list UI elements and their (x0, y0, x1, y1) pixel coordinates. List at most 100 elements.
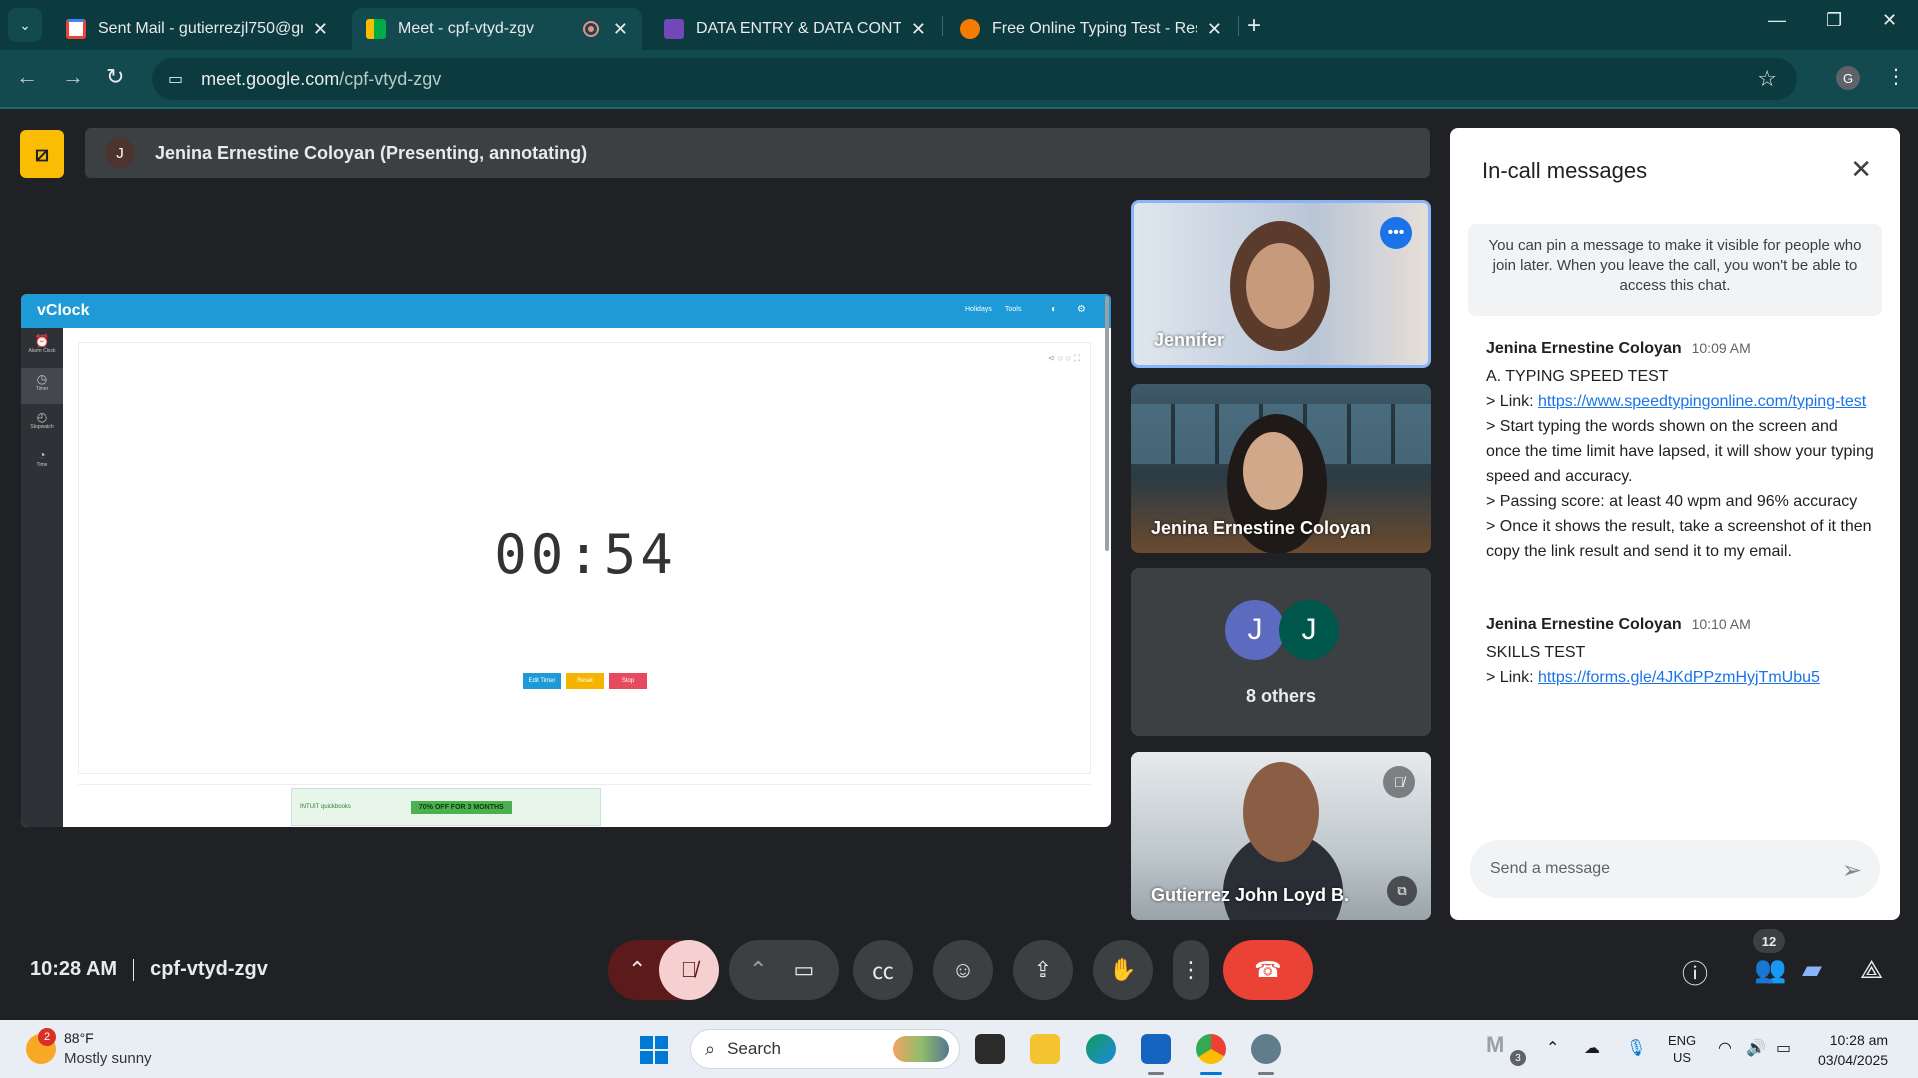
participant-tile-jenina[interactable]: Jenina Ernestine Coloyan (1131, 384, 1431, 553)
stop-button[interactable]: Stop (609, 673, 647, 689)
meeting-details-icon[interactable]: ⓘ (1682, 954, 1708, 991)
picture-in-picture-icon[interactable]: ⧉ (1387, 876, 1417, 906)
captions-button[interactable]: ㏄ (853, 940, 913, 1000)
notes-app-icon[interactable] (1141, 1034, 1171, 1064)
people-icon[interactable]: 👥 (1754, 954, 1786, 985)
ad-brand: INTUIT quickbooks (300, 804, 351, 810)
leave-call-button[interactable]: ☎ (1223, 940, 1313, 1000)
shared-screen-scrollbar[interactable] (1105, 296, 1109, 551)
message-header: Jenina Ernestine Coloyan 10:10 AM (1486, 616, 1876, 634)
captions-icon: ㏄ (871, 959, 894, 984)
microphone-icon[interactable]: 🎙 (1626, 1038, 1646, 1058)
tab-gmail[interactable]: Sent Mail - gutierrezjl750@gmail.com ✕ (52, 8, 342, 50)
address-bar[interactable]: ▭ meet.google.com/cpf-vtyd-zgv ☆ (152, 58, 1797, 100)
browser-menu-icon[interactable]: ⋮ (1886, 64, 1906, 89)
close-icon[interactable]: ✕ (1207, 19, 1222, 40)
participant-tile-others[interactable]: J J 8 others (1131, 568, 1431, 736)
message-line: > Link: https://forms.gle/4JKdPPzmHyjTmU… (1486, 665, 1876, 690)
video-settings-button[interactable]: ⌃ ▭ (729, 940, 839, 1000)
more-options-icon[interactable]: ••• (1380, 217, 1412, 249)
chrome-icon[interactable] (1196, 1034, 1226, 1064)
settings-gear-icon[interactable] (1251, 1034, 1281, 1064)
onedrive-icon[interactable]: ☁ (1584, 1038, 1600, 1058)
input-placeholder: Send a message (1490, 860, 1611, 877)
camera-icon: ▭ (793, 957, 815, 982)
close-icon[interactable]: ✕ (1850, 154, 1872, 185)
participant-face (1243, 432, 1303, 510)
new-tab-button[interactable]: + (1247, 12, 1261, 40)
bookmark-star-icon[interactable]: ☆ (1757, 66, 1777, 92)
tab-meet[interactable]: Meet - cpf-vtyd-zgv ✕ (352, 8, 642, 50)
activities-icon[interactable]: ⟁ (1860, 954, 1883, 986)
vclock-side-timer[interactable]: ◷ Timer (21, 368, 63, 404)
weather-temperature[interactable]: 88°F (64, 1030, 94, 1046)
vclock-side-stopwatch[interactable]: ◴ Stopwatch (21, 406, 63, 442)
camera-site-icon[interactable]: ▭ (168, 69, 183, 89)
settings-icon[interactable]: ⚙ (1077, 304, 1086, 315)
wifi-icon[interactable]: ◠ (1718, 1038, 1732, 1058)
participant-tile-jennifer[interactable]: ••• Jennifer (1131, 200, 1431, 368)
raise-hand-button[interactable]: ✋ (1093, 940, 1153, 1000)
advertisement-banner[interactable]: INTUIT quickbooks 70% OFF FOR 3 MONTHS (291, 788, 601, 826)
more-options-button[interactable]: ⋮ (1173, 940, 1209, 1000)
language-indicator[interactable]: ENG US (1668, 1032, 1696, 1066)
reactions-button[interactable]: ☺ (933, 940, 993, 1000)
participant-name: Jennifer (1154, 330, 1225, 350)
participant-tile-gutierrez[interactable]: 🎙̸ Gutierrez John Loyd B. ⧉ (1131, 752, 1431, 920)
present-button[interactable]: ⇪ (1013, 940, 1073, 1000)
message-sender: Jenina Ernestine Coloyan (1486, 340, 1682, 357)
stop-presenting-icon[interactable]: ⧄ (20, 130, 64, 178)
chat-icon[interactable]: ▰ (1802, 954, 1822, 985)
close-icon[interactable]: ✕ (613, 19, 628, 40)
profile-avatar[interactable]: G (1836, 66, 1860, 90)
clock-icon: ◔ (38, 448, 46, 462)
system-clock[interactable]: 10:28 am 03/04/2025 (1818, 1030, 1888, 1070)
theme-icon[interactable]: ◐ (1051, 304, 1057, 315)
shared-screen[interactable]: vClock Holidays Tools ◐ ⚙ ⏰ Alarm Clock ◷… (21, 294, 1111, 827)
share-fullscreen-icons[interactable]: ⋖ ○ ○ ⛶ (1048, 353, 1080, 364)
language-code: ENG (1668, 1033, 1697, 1048)
taskbar-search[interactable]: ⌕ Search (690, 1029, 960, 1069)
edit-timer-button[interactable]: Edit Timer (523, 673, 561, 689)
weather-description[interactable]: Mostly sunny (64, 1050, 152, 1067)
minimize-icon[interactable]: — (1768, 10, 1786, 31)
back-icon[interactable]: ← (16, 64, 38, 90)
vclock-side-time[interactable]: ◔ Time (21, 444, 63, 480)
file-explorer-icon[interactable] (1030, 1034, 1060, 1064)
vclock-header: vClock Holidays Tools ◐ ⚙ (21, 294, 1111, 328)
forward-icon[interactable]: → (62, 64, 84, 90)
close-icon[interactable]: ✕ (313, 19, 328, 40)
meeting-code[interactable]: cpf-vtyd-zgv (150, 958, 268, 981)
reload-icon[interactable]: ↻ (106, 64, 124, 90)
vclock-sidebar: ⏰ Alarm Clock ◷ Timer ◴ Stopwatch ◔ Time (21, 328, 63, 827)
speedtyping-link[interactable]: https://www.speedtypingonline.com/typing… (1538, 393, 1866, 410)
message-line: SKILLS TEST (1486, 644, 1586, 661)
battery-icon[interactable]: ▭ (1776, 1038, 1791, 1058)
tab-typing-test[interactable]: Free Online Typing Test - Results ✕ (946, 8, 1236, 50)
tab-data-entry[interactable]: DATA ENTRY & DATA CONTROL ✕ (650, 8, 940, 50)
tab-separator (942, 16, 943, 36)
task-view-icon[interactable] (975, 1034, 1005, 1064)
side-label: Time (36, 462, 48, 468)
toolbar-divider (0, 107, 1918, 109)
send-message-input[interactable]: Send a message ➢ (1470, 840, 1880, 898)
tab-search-button[interactable]: ⌄ (8, 8, 42, 42)
mail-app-icon[interactable]: M (1486, 1032, 1504, 1058)
restore-icon[interactable]: ❐ (1826, 10, 1842, 31)
vclock-nav-holidays[interactable]: Holidays (965, 306, 992, 313)
tab-title: Meet - cpf-vtyd-zgv (398, 20, 535, 37)
microphone-off-button[interactable]: 🎙̸ (659, 940, 719, 1000)
volume-icon[interactable]: 🔊 (1746, 1038, 1766, 1058)
vclock-side-alarm[interactable]: ⏰ Alarm Clock (21, 330, 63, 366)
app-running-indicator (1148, 1072, 1164, 1075)
reset-button[interactable]: Reset (566, 673, 604, 689)
windows-start-icon[interactable] (640, 1036, 668, 1064)
close-icon[interactable]: ✕ (911, 19, 926, 40)
close-window-icon[interactable]: ✕ (1882, 10, 1897, 31)
forms-link[interactable]: https://forms.gle/4JKdPPzmHyjTmUbu5 (1538, 669, 1820, 686)
send-icon[interactable]: ➢ (1842, 856, 1862, 885)
chevron-up-icon[interactable]: ⌃ (1546, 1038, 1559, 1058)
edge-icon[interactable] (1086, 1034, 1116, 1064)
chevron-down-icon: ⌄ (19, 16, 31, 33)
vclock-nav-tools[interactable]: Tools (1005, 306, 1021, 313)
